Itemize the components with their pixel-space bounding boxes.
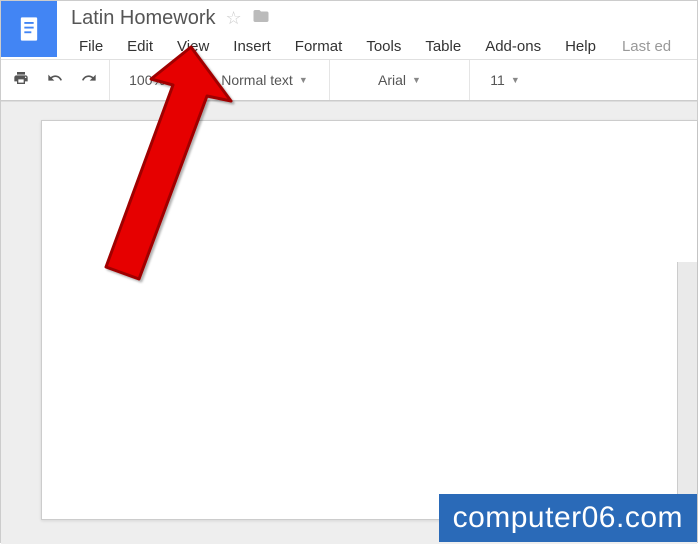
- docs-logo[interactable]: [1, 1, 57, 57]
- print-icon[interactable]: [9, 66, 33, 94]
- header-right: Latin Homework ☆ File Edit View Insert F…: [65, 1, 697, 59]
- size-value: 11: [490, 72, 505, 88]
- menu-edit[interactable]: Edit: [115, 34, 165, 59]
- toolbar-group-size: 11 ▼: [470, 60, 540, 100]
- style-dropdown[interactable]: Normal text ▼: [221, 72, 308, 88]
- zoom-value: 100%: [129, 72, 165, 88]
- header: Latin Homework ☆ File Edit View Insert F…: [1, 1, 697, 59]
- caret-icon: ▼: [511, 75, 520, 85]
- menu-file[interactable]: File: [67, 34, 115, 59]
- toolbar-group-zoom: 100% ▼: [110, 60, 200, 100]
- caret-icon: ▼: [171, 75, 180, 85]
- right-margin-strip: [677, 262, 697, 522]
- menu-format[interactable]: Format: [283, 34, 355, 59]
- menubar: File Edit View Insert Format Tools Table…: [65, 34, 697, 59]
- toolbar-group-actions: [1, 60, 110, 100]
- menu-help[interactable]: Help: [553, 34, 608, 59]
- canvas: [1, 101, 697, 544]
- size-dropdown[interactable]: 11 ▼: [490, 72, 519, 88]
- caret-icon: ▼: [412, 75, 421, 85]
- document-page[interactable]: [41, 120, 697, 520]
- undo-icon[interactable]: [43, 66, 67, 94]
- font-value: Arial: [378, 72, 406, 88]
- toolbar-group-font: Arial ▼: [330, 60, 470, 100]
- menu-insert[interactable]: Insert: [221, 34, 283, 59]
- toolbar: 100% ▼ Normal text ▼ Arial ▼ 11 ▼: [1, 59, 697, 101]
- watermark-text: computer06.com: [453, 501, 683, 535]
- font-dropdown[interactable]: Arial ▼: [378, 72, 421, 88]
- title-row: Latin Homework ☆: [65, 5, 697, 34]
- zoom-dropdown[interactable]: 100% ▼: [129, 72, 180, 88]
- toolbar-group-style: Normal text ▼: [200, 60, 330, 100]
- star-icon[interactable]: ☆: [226, 8, 242, 29]
- menu-addons[interactable]: Add-ons: [473, 34, 553, 59]
- watermark: computer06.com: [439, 494, 697, 542]
- folder-icon[interactable]: [252, 7, 270, 30]
- document-title[interactable]: Latin Homework: [71, 7, 216, 30]
- last-edit-text: Last ed: [608, 34, 671, 59]
- menu-table[interactable]: Table: [413, 34, 473, 59]
- style-value: Normal text: [221, 72, 293, 88]
- docs-icon: [15, 15, 43, 43]
- menu-tools[interactable]: Tools: [354, 34, 413, 59]
- redo-icon[interactable]: [77, 66, 101, 94]
- menu-view[interactable]: View: [165, 34, 221, 59]
- caret-icon: ▼: [299, 75, 308, 85]
